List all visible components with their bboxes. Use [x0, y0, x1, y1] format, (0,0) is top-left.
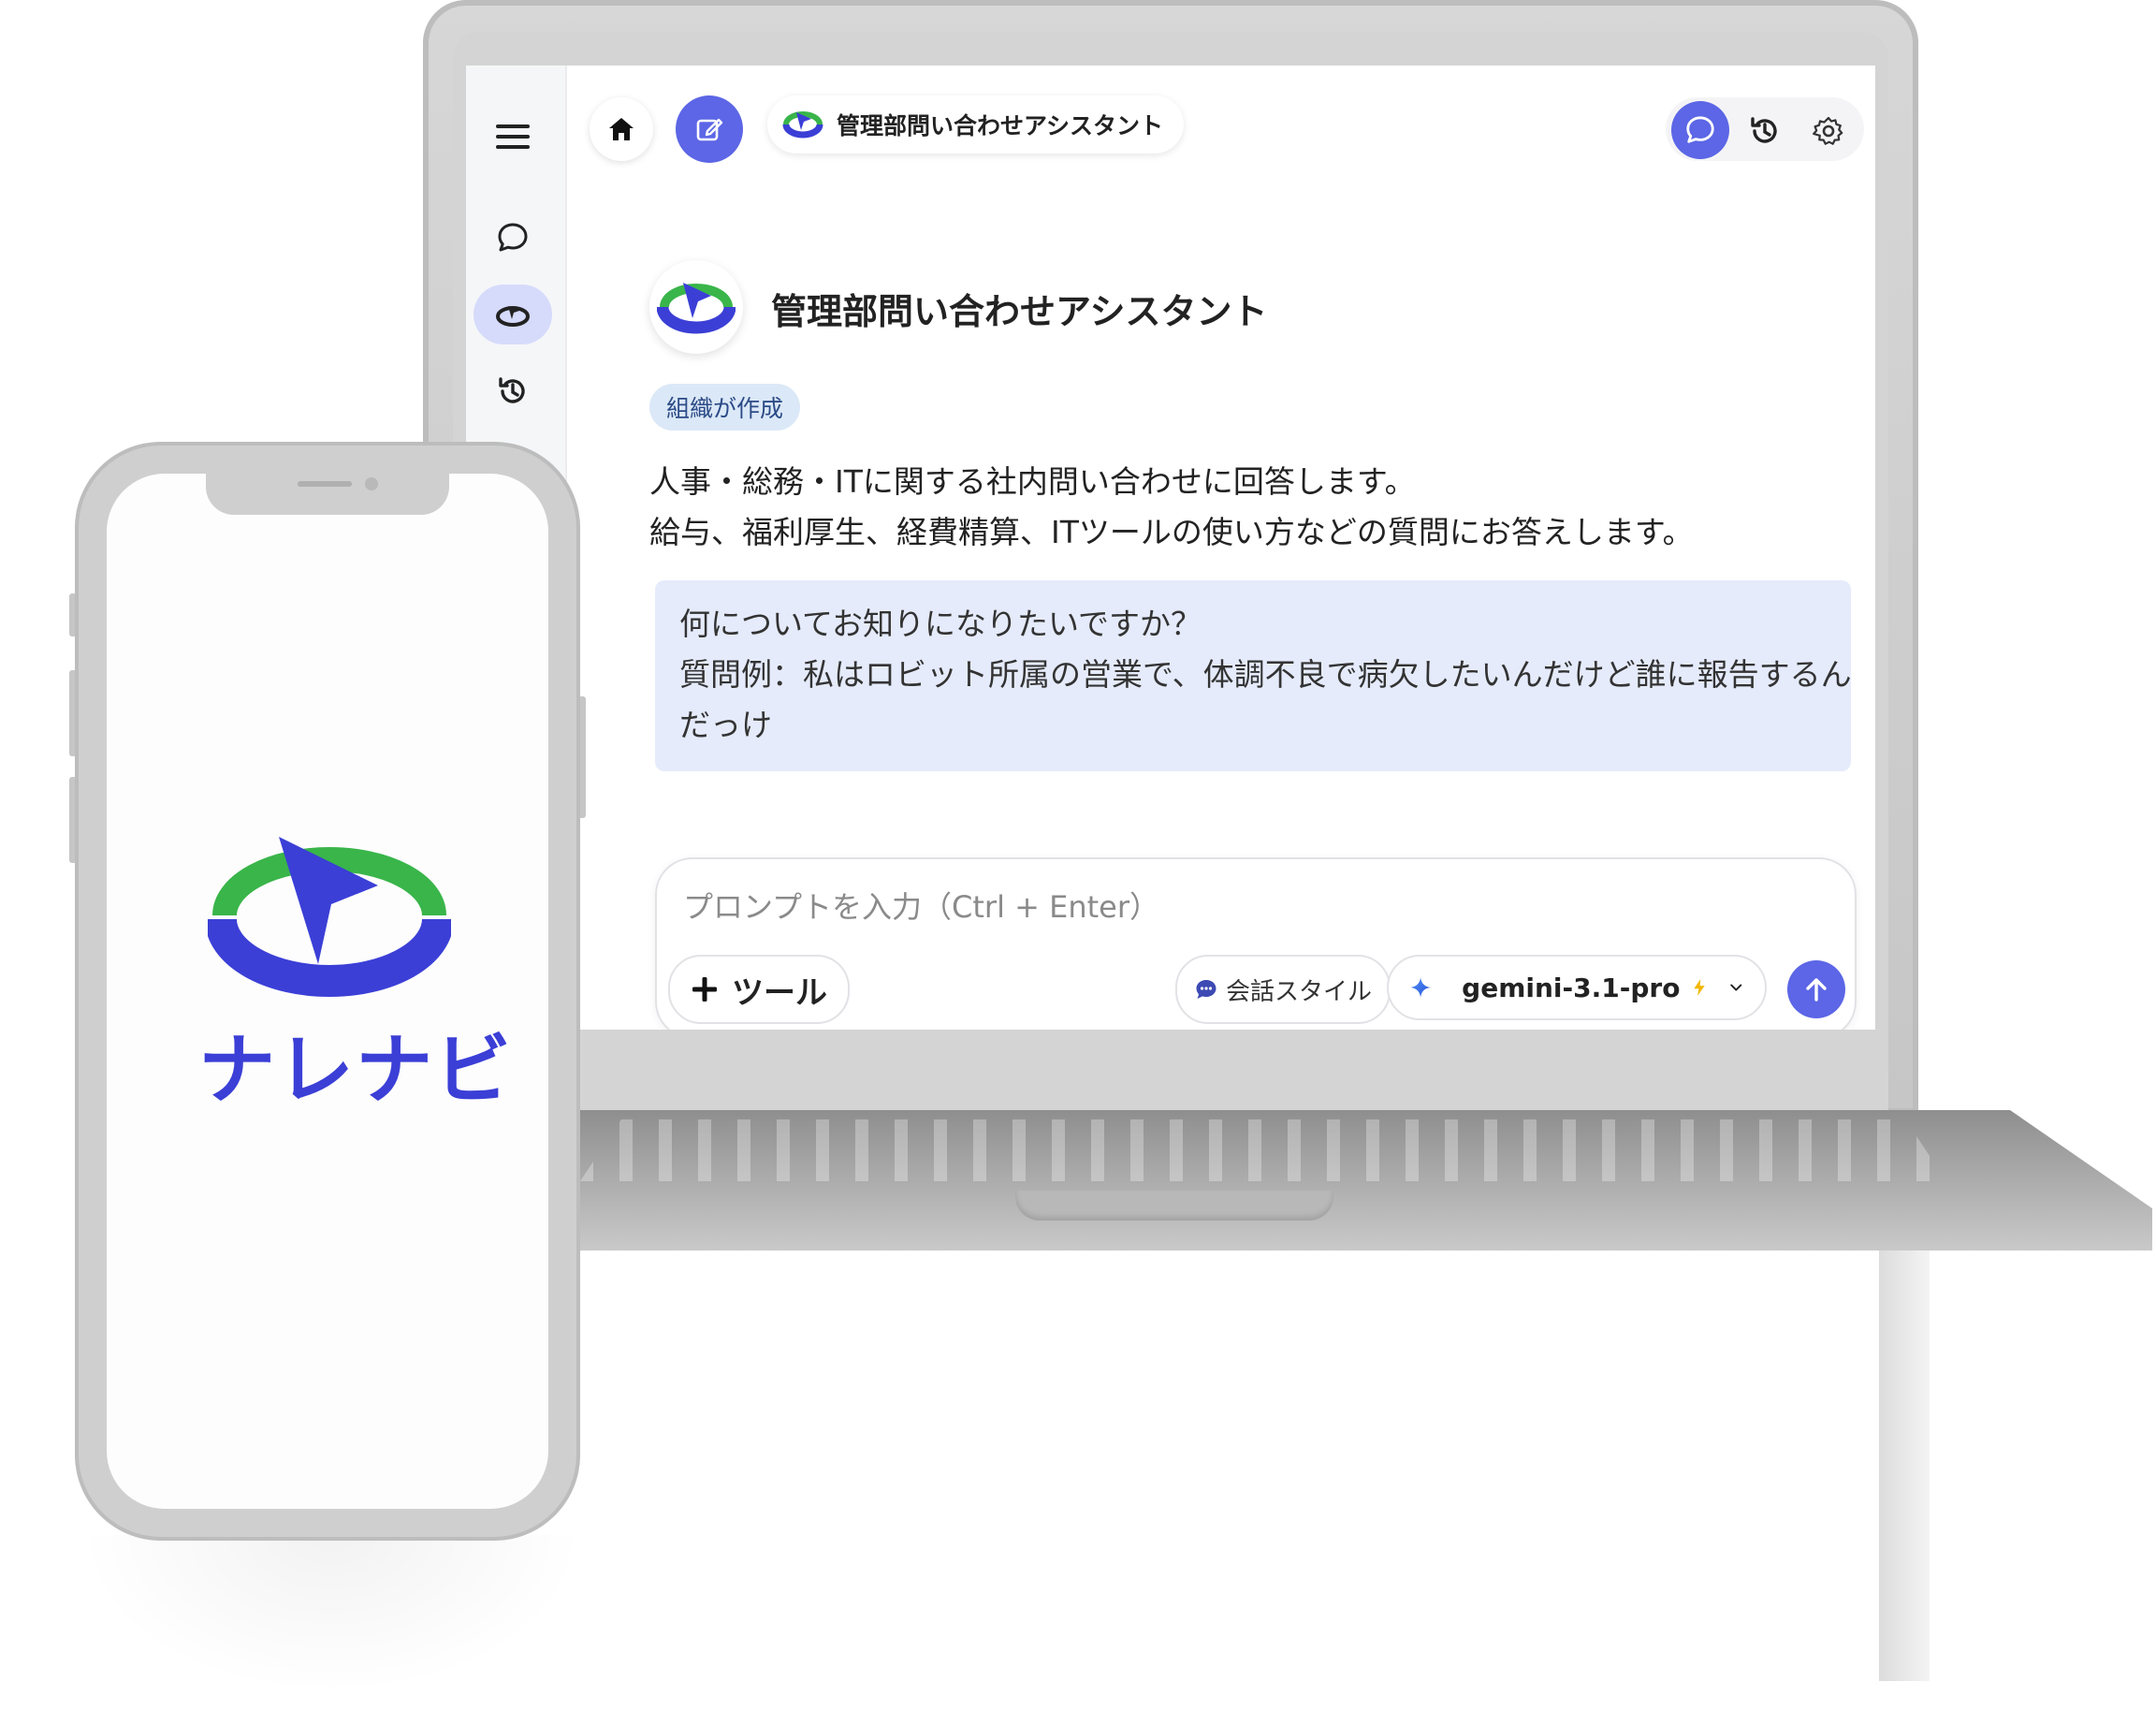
- lightning-icon: [1694, 979, 1706, 996]
- example-line: 何についてお知りになりたいですか？: [679, 606, 1202, 642]
- example-line: だっけ: [679, 707, 772, 743]
- gear-icon: [1813, 116, 1843, 145]
- conversation-style-button[interactable]: 会話スタイル: [1175, 955, 1391, 1024]
- home-button[interactable]: [590, 97, 653, 161]
- model-selector[interactable]: gemini-3.1-pro: [1387, 955, 1767, 1020]
- history-button[interactable]: [1741, 107, 1789, 155]
- agent-logo-icon: [782, 111, 823, 139]
- chevron-down-icon: [1730, 984, 1742, 991]
- agent-selector[interactable]: 管理部問い合わせアシスタント: [767, 95, 1185, 154]
- example-line: 質問例：私はロビット所属の営業で、体調不良で病欠したいんだけど誰に報告するん: [679, 656, 1852, 693]
- brand-logo-icon: [208, 837, 451, 997]
- new-chat-button[interactable]: [676, 95, 743, 163]
- settings-button[interactable]: [1804, 107, 1853, 155]
- phone-notch: [206, 474, 449, 515]
- description-line: 給与、福利厚生、経費精算、ITツールの使い方などの質問にお答えします。: [649, 514, 1694, 550]
- prompt-input[interactable]: [681, 880, 1808, 934]
- laptop-notch: [1015, 1191, 1333, 1221]
- tools-button[interactable]: ツール: [668, 955, 850, 1024]
- conversation-style-label: 会話スタイル: [1226, 977, 1373, 1006]
- app-window: 管理部問い合わせアシスタント 管理部問い合わせアシスタント 組織が作成 人事・総…: [466, 66, 1875, 1030]
- agent-selector-label: 管理部問い合わせアシスタント: [837, 112, 1164, 139]
- menu-icon: [496, 124, 530, 149]
- send-button[interactable]: [1787, 960, 1845, 1018]
- model-name: gemini-3.1-pro: [1462, 972, 1681, 1003]
- plus-icon: [692, 977, 717, 1002]
- gemini-sparkle-icon: [1410, 977, 1431, 998]
- example-message: 何についてお知りになりたいですか？ 質問例：私はロビット所属の営業で、体調不良で…: [655, 580, 1852, 771]
- history-icon: [499, 377, 525, 403]
- brand-name: ナレナビ: [198, 1026, 514, 1115]
- phone-speaker: [298, 481, 352, 487]
- org-created-badge: 組織が作成: [649, 384, 801, 431]
- agent-logo-icon: [657, 283, 736, 334]
- edit-icon: [696, 118, 723, 141]
- sidebar-item-history[interactable]: [473, 361, 552, 421]
- agent-logo-icon: [496, 306, 530, 327]
- laptop-stand: [1879, 1251, 1930, 1681]
- sidebar-item-agent[interactable]: [473, 285, 552, 344]
- tools-label: ツール: [732, 973, 827, 1012]
- description-line: 人事・総務・ITに関する社内問い合わせに回答します。: [649, 463, 1416, 500]
- prompt-composer: ツール 会話スタイル gemini-3.1-pro: [655, 857, 1857, 1030]
- home-icon: [609, 118, 634, 140]
- chat-bubble-icon: [1686, 116, 1714, 143]
- menu-button[interactable]: [473, 107, 552, 167]
- arrow-up-icon: [1806, 978, 1827, 1002]
- agent-description: 人事・総務・ITに関する社内問い合わせに回答します。 給与、福利厚生、経費精算、…: [649, 457, 1694, 558]
- chat-mode-button[interactable]: [1671, 101, 1729, 159]
- agent-avatar: [649, 260, 743, 354]
- agent-name: 管理部問い合わせアシスタント: [771, 291, 1268, 332]
- chat-bubble-icon: [498, 223, 528, 252]
- sidebar-item-chat[interactable]: [473, 208, 552, 268]
- speech-bubble-icon: [1196, 980, 1216, 999]
- phone-reflection: [79, 1535, 584, 1694]
- phone-camera: [365, 477, 378, 490]
- history-icon: [1751, 117, 1777, 143]
- laptop-keyboard: [580, 1119, 1946, 1181]
